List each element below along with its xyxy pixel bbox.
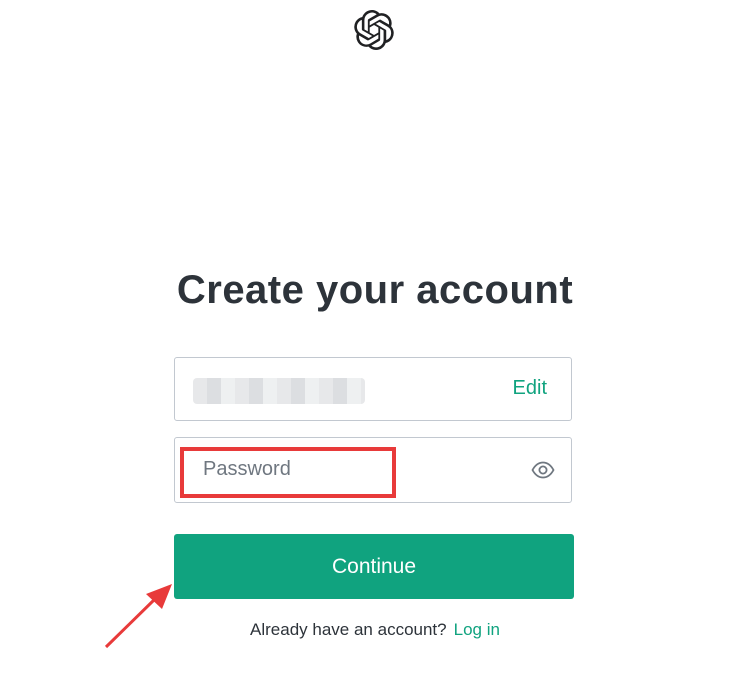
password-input[interactable] [191,452,491,486]
signup-page: Create your account Edit Continue Alread… [0,0,750,680]
page-title: Create your account [176,268,574,312]
eye-icon[interactable] [531,460,555,480]
password-field[interactable] [174,437,572,503]
login-prompt-text: Already have an account? [250,620,447,639]
login-prompt: Already have an account? Log in [0,620,750,640]
login-link[interactable]: Log in [454,620,500,639]
email-field[interactable]: Edit [174,357,572,421]
redacted-email-value [193,378,365,404]
continue-button[interactable]: Continue [174,534,574,599]
openai-logo-icon [354,10,394,50]
edit-email-link[interactable]: Edit [513,377,547,400]
red-arrow-annotation [104,584,172,649]
